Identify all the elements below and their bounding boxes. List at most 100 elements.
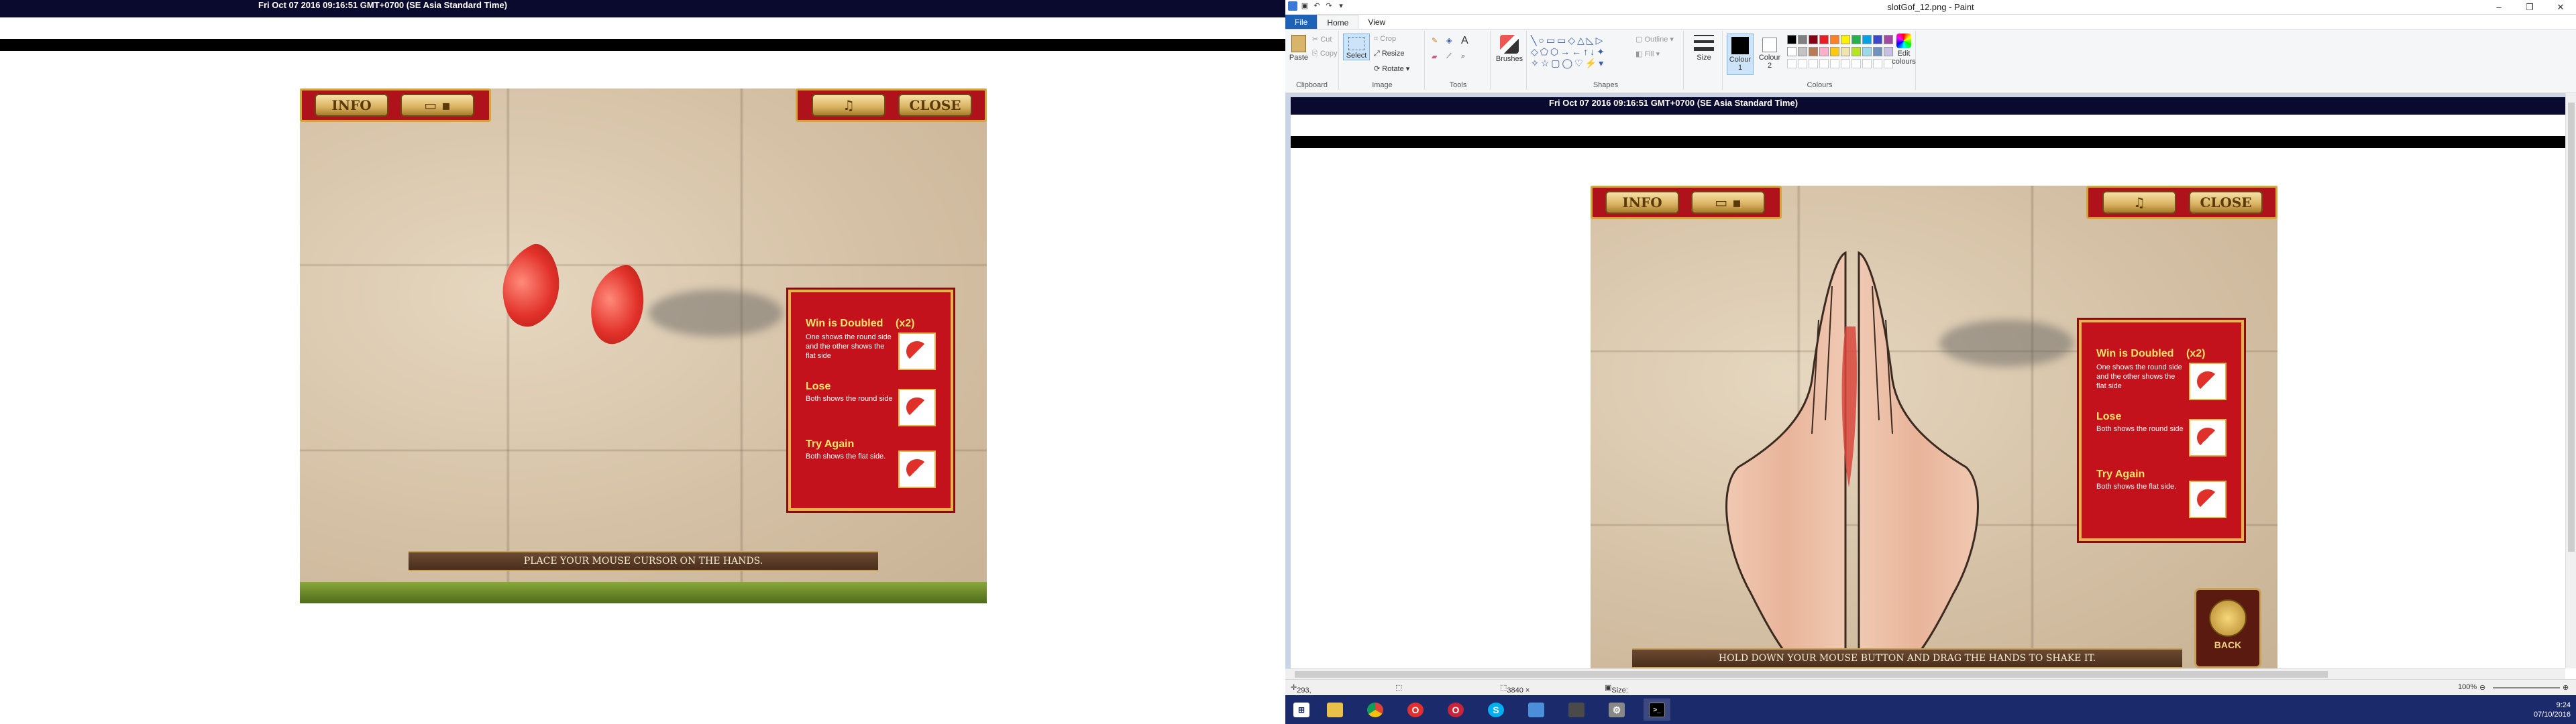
palette-swatch[interactable] xyxy=(1862,35,1872,44)
top-timestamp-bar: Fri Oct 07 2016 09:16:51 GMT+0700 (SE As… xyxy=(0,0,1285,17)
palette-swatch[interactable] xyxy=(1787,35,1796,44)
palette-swatch[interactable] xyxy=(1798,47,1807,56)
vertical-scroll-thumb[interactable] xyxy=(2568,103,2575,552)
praying-hands xyxy=(1725,251,1979,668)
palette-swatch[interactable] xyxy=(1841,47,1850,56)
horizontal-scrollbar[interactable] xyxy=(1285,668,2565,679)
title-bar: ▣ ↶ ↷ ▾ slotGof_12.png - Paint – ❐ ✕ xyxy=(1285,0,2576,15)
cut-button[interactable]: ✂ Cut xyxy=(1312,35,1332,44)
tab-view[interactable]: View xyxy=(1358,15,1395,29)
taskbar-chrome[interactable] xyxy=(1362,699,1389,721)
color-picker-icon[interactable]: ⟋ xyxy=(1446,52,1452,61)
resize-button[interactable]: ⤢ Resize xyxy=(1374,50,1404,58)
paste-button[interactable]: Paste xyxy=(1288,35,1309,62)
zoom-out-button[interactable]: ⊖ xyxy=(2479,683,2485,692)
palette-empty-swatch[interactable] xyxy=(1873,59,1882,68)
taskbar-opera[interactable]: O xyxy=(1442,699,1469,721)
magnifier-icon[interactable]: ⌕ xyxy=(1461,52,1465,61)
palette-swatch[interactable] xyxy=(1819,35,1829,44)
window-controls: – ❐ ✕ xyxy=(2483,0,2576,15)
shapes-gallery[interactable]: ╲○▭▭◇△◺▷ ◇⬠⬡→←↑↓✦ ✧☆▢◯♡⚡▾ xyxy=(1531,35,1631,69)
palette-swatch[interactable] xyxy=(1787,47,1796,56)
canvas-lose-tile xyxy=(2189,419,2226,457)
zoom-in-button[interactable]: ⊕ xyxy=(2563,683,2569,692)
palette-empty-swatch[interactable] xyxy=(1862,59,1872,68)
instruction-banner: PLACE YOUR MOUSE CURSOR ON THE HANDS. xyxy=(409,551,878,571)
taskbar-settings-app[interactable]: ⚙ xyxy=(1603,699,1630,721)
canvas[interactable]: Fri Oct 07 2016 09:16:51 GMT+0700 (SE As… xyxy=(1291,97,2565,668)
tab-file[interactable]: File xyxy=(1285,15,1318,29)
text-icon[interactable]: A xyxy=(1461,35,1468,47)
pencil-icon[interactable]: ✎ xyxy=(1432,36,1438,45)
palette-empty-swatch[interactable] xyxy=(1830,59,1839,68)
vertical-scrollbar[interactable] xyxy=(2565,93,2576,668)
sound-button[interactable]: ♫ xyxy=(812,94,885,117)
paste-label: Paste xyxy=(1289,54,1309,62)
palette-swatch[interactable] xyxy=(1830,35,1839,44)
try-again-title: Try Again xyxy=(806,438,855,450)
canvas-try-again-description: Both shows the flat side. xyxy=(2096,483,2177,491)
colour1-button[interactable]: Colour 1 xyxy=(1727,34,1754,75)
horizontal-scroll-thumb[interactable] xyxy=(1295,671,2328,678)
info-button[interactable]: INFO xyxy=(315,94,388,117)
copy-button[interactable]: ⎘ Copy xyxy=(1312,50,1338,58)
tab-home[interactable]: Home xyxy=(1317,15,1359,29)
select-button[interactable]: Select xyxy=(1343,34,1370,60)
colour2-label: Colour 2 xyxy=(1758,54,1781,70)
size-button[interactable]: Size xyxy=(1689,35,1719,62)
win-multiplier: (x2) xyxy=(896,318,915,329)
palette-empty-swatch[interactable] xyxy=(1787,59,1796,68)
palette-swatch[interactable] xyxy=(1851,47,1861,56)
brushes-group: Brushes xyxy=(1492,31,1527,90)
palette-swatch[interactable] xyxy=(1862,47,1872,56)
edit-colours-button[interactable]: Edit colours xyxy=(1892,34,1916,66)
minimize-button[interactable]: – xyxy=(2483,0,2514,15)
cmd-icon: >_ xyxy=(1649,703,1665,717)
palette-swatch[interactable] xyxy=(1841,35,1850,44)
palette-swatch[interactable] xyxy=(1809,35,1818,44)
chrome-icon xyxy=(1367,703,1383,717)
outline-dropdown[interactable]: ▢ Outline ▾ xyxy=(1635,35,1674,44)
tray-clock-time[interactable]: 9:24 xyxy=(2534,701,2571,710)
taskbar-opera-red[interactable]: O xyxy=(1402,699,1429,721)
taskbar-skype[interactable]: S xyxy=(1483,699,1509,721)
palette-swatch[interactable] xyxy=(1819,47,1829,56)
palette-swatch[interactable] xyxy=(1873,47,1882,56)
system-tray: 9:24 07/10/2016 xyxy=(2534,701,2571,719)
close-button[interactable]: CLOSE xyxy=(898,94,972,117)
colour2-button[interactable]: Colour 2 xyxy=(1756,34,1783,75)
palette-swatch[interactable] xyxy=(1851,35,1861,44)
palette-swatch[interactable] xyxy=(1873,35,1882,44)
rotate-button[interactable]: ⟳ Rotate ▾ xyxy=(1374,64,1409,73)
palette-swatch[interactable] xyxy=(1809,47,1818,56)
palette-empty-swatch[interactable] xyxy=(1841,59,1850,68)
taskbar-file-explorer[interactable] xyxy=(1322,699,1348,721)
paytable-button[interactable]: ▭ ▪ xyxy=(400,94,474,117)
outline-label: Outline xyxy=(1644,36,1668,44)
fill-dropdown[interactable]: ◧ Fill ▾ xyxy=(1635,50,1660,58)
taskbar-terminal-app[interactable] xyxy=(1563,699,1590,721)
palette-empty-swatch[interactable] xyxy=(1851,59,1861,68)
palette-empty-swatch[interactable] xyxy=(1819,59,1829,68)
palette-empty-swatch[interactable] xyxy=(1809,59,1818,68)
crop-button[interactable]: ⌗ Crop xyxy=(1374,35,1396,44)
palette-swatch[interactable] xyxy=(1798,35,1807,44)
zoom-slider[interactable] xyxy=(2493,687,2560,688)
tray-clock-date[interactable]: 07/10/2016 xyxy=(2534,710,2571,719)
clipboard-group-label: Clipboard xyxy=(1295,81,1328,89)
taskbar-cmd[interactable]: >_ xyxy=(1644,699,1670,721)
grass-strip xyxy=(300,582,987,603)
back-label: BACK xyxy=(2214,640,2242,650)
close-window-button[interactable]: ✕ xyxy=(2545,0,2576,15)
fill-icon[interactable]: ◈ xyxy=(1446,36,1452,45)
lose-description: Both shows the round side xyxy=(806,395,893,403)
palette-swatch[interactable] xyxy=(1830,47,1839,56)
palette-empty-swatch[interactable] xyxy=(1798,59,1807,68)
maximize-button[interactable]: ❐ xyxy=(2514,0,2545,15)
shapes-group: ╲○▭▭◇△◺▷ ◇⬠⬡→←↑↓✦ ✧☆▢◯♡⚡▾ ▢ Outline ▾ ◧ Fi… xyxy=(1528,31,1684,90)
start-button[interactable]: ⊞ xyxy=(1288,699,1315,721)
black-bar xyxy=(0,39,1285,51)
eraser-icon[interactable]: ▰ xyxy=(1432,52,1437,61)
brushes-button[interactable]: Brushes xyxy=(1495,35,1524,63)
taskbar-note-app[interactable] xyxy=(1523,699,1550,721)
